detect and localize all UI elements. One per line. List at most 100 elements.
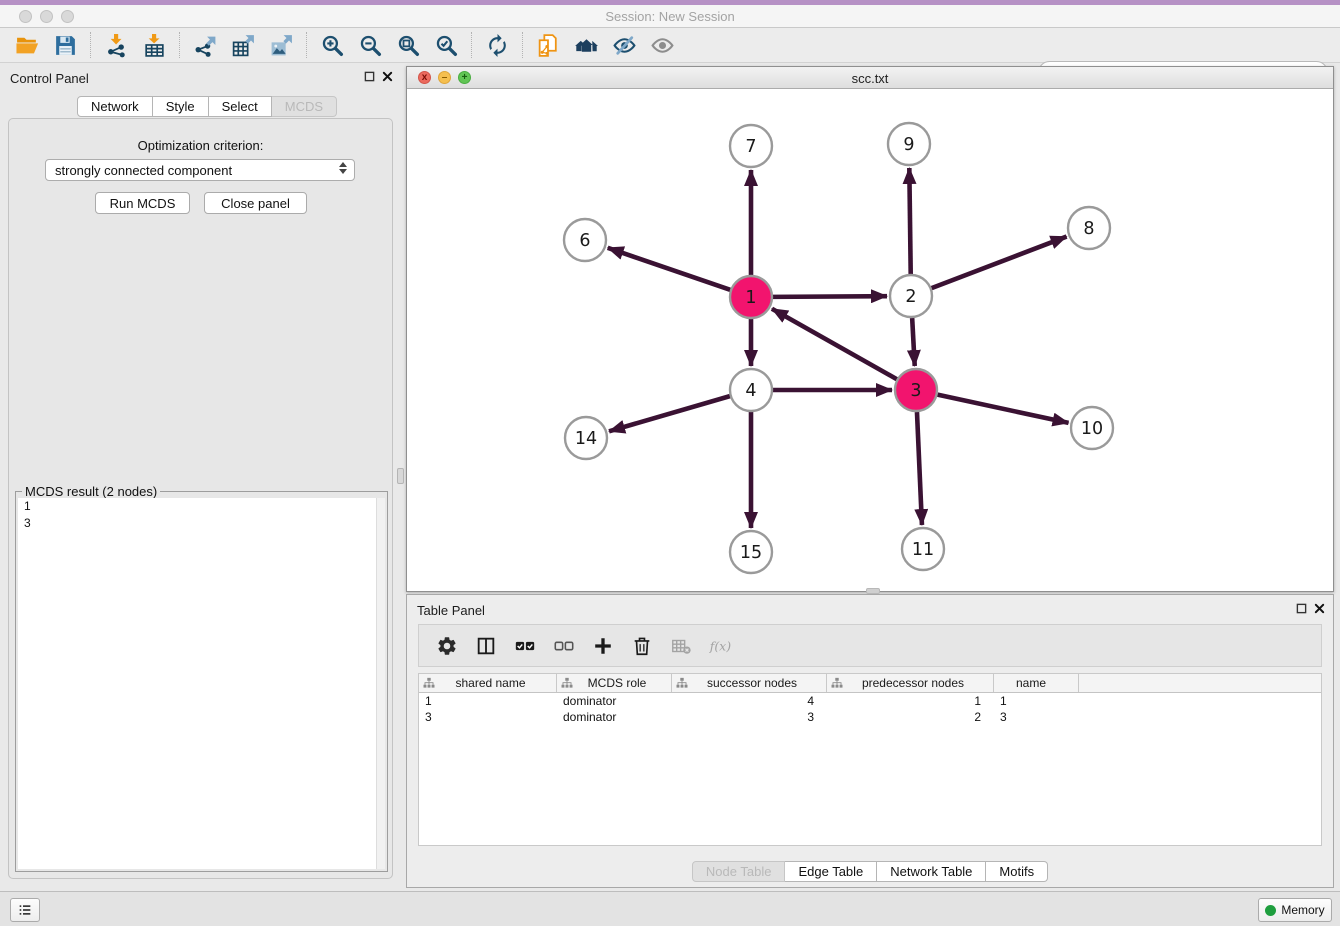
toolbar-separator	[306, 32, 307, 58]
duplicate-network-icon[interactable]	[529, 30, 567, 60]
table-cell: dominator	[557, 709, 672, 725]
export-network-icon[interactable]	[186, 30, 224, 60]
delete-row-icon[interactable]	[630, 634, 654, 658]
edge-1-2[interactable]	[773, 296, 887, 297]
task-history-button[interactable]	[10, 898, 40, 922]
mcds-result-item: 3	[18, 515, 385, 532]
app-title: Session: New Session	[0, 9, 1340, 24]
edge-3-10[interactable]	[938, 395, 1069, 423]
function-builder-icon: f(x)	[708, 634, 732, 658]
column-header-name[interactable]: name	[994, 674, 1079, 692]
mcds-result-list[interactable]: 1 3	[18, 498, 385, 869]
zoom-in-icon[interactable]	[313, 30, 351, 60]
table-tabs: Node Table Edge Table Network Table Moti…	[692, 861, 1048, 882]
table-cell: 2	[827, 709, 994, 725]
deselect-all-checkboxes-icon[interactable]	[552, 634, 576, 658]
column-header-successor-nodes[interactable]: successor nodes	[672, 674, 827, 692]
edge-2-9[interactable]	[909, 168, 910, 274]
table-cell: 1	[994, 693, 1079, 709]
table-body: 1dominator4113dominator323	[419, 693, 1321, 725]
memory-button[interactable]: Memory	[1258, 898, 1332, 922]
export-table-icon[interactable]	[224, 30, 262, 60]
node-label-11: 11	[912, 540, 934, 560]
tab-edge-table[interactable]: Edge Table	[785, 861, 877, 882]
import-network-icon[interactable]	[97, 30, 135, 60]
optimization-criterion-value: strongly connected component	[55, 163, 232, 178]
run-mcds-button[interactable]: Run MCDS	[95, 192, 190, 214]
tab-mcds[interactable]: MCDS	[272, 96, 337, 117]
show-columns-icon[interactable]	[474, 634, 498, 658]
result-scrollbar[interactable]	[376, 498, 385, 869]
control-panel: Control Panel Network Style Select MCDS …	[0, 63, 401, 881]
node-label-8: 8	[1083, 219, 1094, 239]
column-header-shared-name[interactable]: shared name	[419, 674, 557, 692]
tab-style[interactable]: Style	[153, 96, 209, 117]
column-header-MCDS-role[interactable]: MCDS role	[557, 674, 672, 692]
svg-text:f(x): f(x)	[709, 638, 731, 653]
close-panel-icon[interactable]	[382, 71, 393, 82]
open-file-icon[interactable]	[8, 30, 46, 60]
node-label-3: 3	[910, 381, 921, 401]
tab-network-table[interactable]: Network Table	[877, 861, 986, 882]
table-cell: 1	[827, 693, 994, 709]
zoom-fit-icon[interactable]	[389, 30, 427, 60]
column-type-icon	[831, 677, 843, 689]
app-titlebar: Session: New Session	[0, 5, 1340, 28]
toolbar-separator	[90, 32, 91, 58]
table-row[interactable]: 1dominator411	[419, 693, 1321, 709]
vertical-splitter-handle[interactable]	[397, 468, 404, 484]
status-bar: Memory	[0, 891, 1340, 926]
table-cell: 3	[672, 709, 827, 725]
table-cell: 4	[672, 693, 827, 709]
close-panel-icon[interactable]	[1314, 603, 1325, 614]
table-panel-title: Table Panel	[417, 603, 485, 618]
table-panel: Table Panel f(x) shared nameMCDS rolesuc…	[406, 594, 1334, 888]
export-image-icon[interactable]	[262, 30, 300, 60]
tab-motifs[interactable]: Motifs	[986, 861, 1048, 882]
mcds-result-group: MCDS result (2 nodes) 1 3	[15, 491, 388, 872]
hide-selected-icon[interactable]	[605, 30, 643, 60]
task-list-icon	[17, 902, 33, 918]
float-panel-icon[interactable]	[1296, 603, 1307, 614]
network-window-titlebar[interactable]: x – + scc.txt	[407, 67, 1333, 89]
node-label-1: 1	[745, 288, 756, 308]
table-header-row: shared nameMCDS rolesuccessor nodesprede…	[419, 674, 1321, 693]
optimization-criterion-select[interactable]: strongly connected component	[45, 159, 355, 181]
tab-node-table[interactable]: Node Table	[692, 861, 786, 882]
close-panel-button[interactable]: Close panel	[204, 192, 307, 214]
table-cell: dominator	[557, 693, 672, 709]
tab-select[interactable]: Select	[209, 96, 272, 117]
table-cell: 1	[419, 693, 557, 709]
edge-2-8[interactable]	[932, 237, 1067, 289]
node-label-9: 9	[903, 135, 914, 155]
edge-3-1[interactable]	[772, 309, 897, 379]
table-toolbar: f(x)	[418, 624, 1322, 667]
table-row[interactable]: 3dominator323	[419, 709, 1321, 725]
zoom-selected-icon[interactable]	[427, 30, 465, 60]
table-cell: 3	[994, 709, 1079, 725]
node-label-7: 7	[745, 137, 756, 157]
select-all-checkboxes-icon[interactable]	[513, 634, 537, 658]
column-header-predecessor-nodes[interactable]: predecessor nodes	[827, 674, 994, 692]
mcds-result-item: 1	[18, 498, 385, 515]
edge-4-14[interactable]	[609, 396, 730, 431]
node-table: shared nameMCDS rolesuccessor nodesprede…	[418, 673, 1322, 846]
network-graph[interactable]: 1234678910111415	[407, 89, 1333, 591]
column-type-icon	[423, 677, 435, 689]
add-row-icon[interactable]	[591, 634, 615, 658]
double-house-icon[interactable]	[567, 30, 605, 60]
show-all-icon[interactable]	[643, 30, 681, 60]
edge-1-6[interactable]	[608, 248, 730, 290]
import-table-icon[interactable]	[135, 30, 173, 60]
float-panel-icon[interactable]	[364, 71, 375, 82]
refresh-icon[interactable]	[478, 30, 516, 60]
zoom-out-icon[interactable]	[351, 30, 389, 60]
settings-gear-icon[interactable]	[435, 634, 459, 658]
node-label-15: 15	[740, 543, 762, 563]
network-view-title: scc.txt	[407, 71, 1333, 86]
select-chevrons-icon	[339, 162, 347, 174]
tab-network[interactable]: Network	[77, 96, 153, 117]
edge-2-3[interactable]	[912, 318, 915, 366]
edge-3-11[interactable]	[917, 412, 922, 525]
save-session-icon[interactable]	[46, 30, 84, 60]
